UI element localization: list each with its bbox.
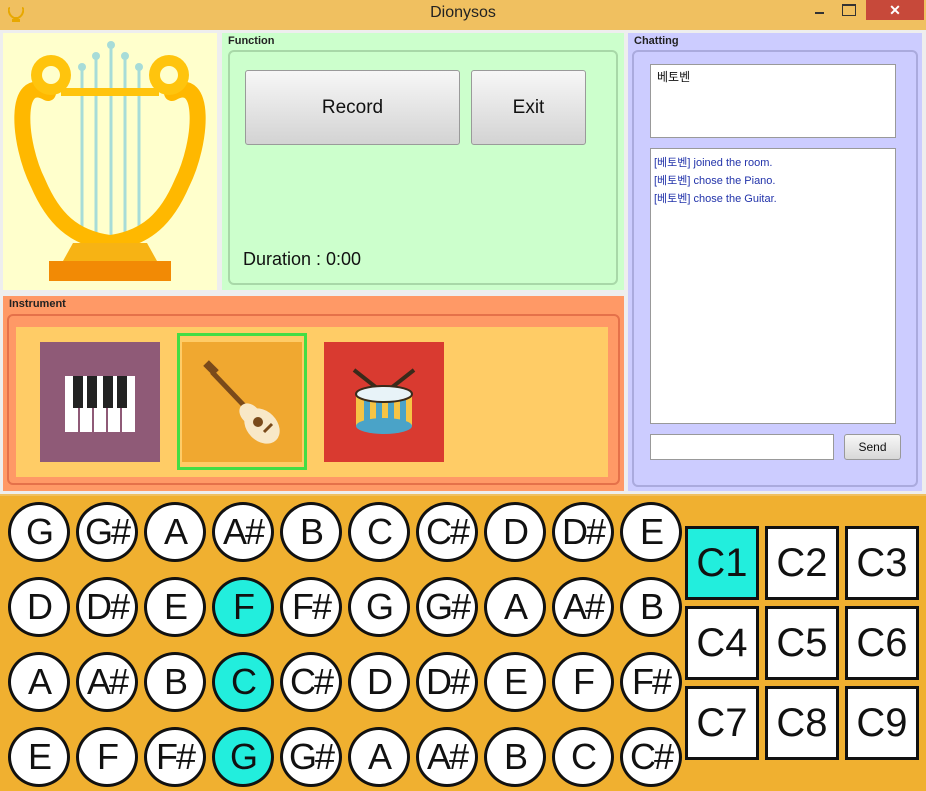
- chord-button[interactable]: C2: [765, 526, 839, 600]
- note-button[interactable]: G: [8, 502, 70, 562]
- note-button[interactable]: C: [552, 727, 614, 787]
- note-button[interactable]: D: [484, 502, 546, 562]
- duration-label: Duration : 0:00: [243, 249, 362, 269]
- note-button[interactable]: D: [8, 577, 70, 637]
- chord-button[interactable]: C6: [845, 606, 919, 680]
- note-button[interactable]: A#: [552, 577, 614, 637]
- chat-log[interactable]: [베토벤] joined the room. [베토벤] chose the P…: [650, 148, 896, 424]
- note-button[interactable]: F#: [144, 727, 206, 787]
- title-bar: Dionysos ✕: [0, 0, 926, 30]
- note-button[interactable]: E: [484, 652, 546, 712]
- note-button[interactable]: C: [212, 652, 274, 712]
- note-button[interactable]: G#: [76, 502, 138, 562]
- chat-log-line: [베토벤] chose the Piano.: [654, 175, 776, 187]
- note-button[interactable]: E: [8, 727, 70, 787]
- note-keyboard: G G# A A# B C C# D D# E D D# E F F# G G# A A# B A A# B C C# D D# E F…: [0, 496, 926, 791]
- minimize-button[interactable]: [806, 0, 832, 20]
- note-button[interactable]: B: [144, 652, 206, 712]
- note-button[interactable]: C#: [416, 502, 478, 562]
- chord-button[interactable]: C5: [765, 606, 839, 680]
- close-button[interactable]: ✕: [866, 0, 924, 20]
- guitar-selection-frame: [177, 333, 307, 470]
- logo-panel: [3, 33, 217, 290]
- note-button[interactable]: F: [552, 652, 614, 712]
- note-button[interactable]: D#: [76, 577, 138, 637]
- chord-button[interactable]: C7: [685, 686, 759, 760]
- note-button[interactable]: F: [76, 727, 138, 787]
- chord-button[interactable]: C1: [685, 526, 759, 600]
- note-button[interactable]: C#: [620, 727, 682, 787]
- note-button[interactable]: A#: [76, 652, 138, 712]
- note-button[interactable]: A: [144, 502, 206, 562]
- chat-panel-label: Chatting: [634, 35, 679, 47]
- send-button[interactable]: Send: [844, 434, 901, 460]
- drum-button[interactable]: [324, 342, 444, 462]
- note-button[interactable]: B: [280, 502, 342, 562]
- chord-button[interactable]: C9: [845, 686, 919, 760]
- chat-log-line: [베토벤] chose the Guitar.: [654, 193, 777, 205]
- piano-button[interactable]: [40, 342, 160, 462]
- chord-button[interactable]: C3: [845, 526, 919, 600]
- piano-icon: [65, 376, 135, 432]
- note-button[interactable]: E: [620, 502, 682, 562]
- note-button[interactable]: D#: [416, 652, 478, 712]
- note-button[interactable]: B: [620, 577, 682, 637]
- chat-log-line: [베토벤] joined the room.: [654, 157, 773, 169]
- instrument-panel-label: Instrument: [9, 298, 66, 310]
- note-button[interactable]: F: [212, 577, 274, 637]
- note-button[interactable]: B: [484, 727, 546, 787]
- exit-button[interactable]: Exit: [471, 70, 586, 145]
- note-button[interactable]: D#: [552, 502, 614, 562]
- note-button[interactable]: A#: [416, 727, 478, 787]
- chat-message-input[interactable]: [650, 434, 834, 460]
- chord-button[interactable]: C8: [765, 686, 839, 760]
- note-button[interactable]: G#: [280, 727, 342, 787]
- record-button[interactable]: Record: [245, 70, 460, 145]
- chord-button[interactable]: C4: [685, 606, 759, 680]
- note-button[interactable]: F#: [280, 577, 342, 637]
- note-button[interactable]: A: [348, 727, 410, 787]
- note-button[interactable]: G: [212, 727, 274, 787]
- function-panel-label: Function: [228, 35, 275, 47]
- note-button[interactable]: A: [8, 652, 70, 712]
- lyre-icon: [14, 41, 206, 281]
- note-button[interactable]: A: [484, 577, 546, 637]
- note-button[interactable]: G: [348, 577, 410, 637]
- note-button[interactable]: C: [348, 502, 410, 562]
- note-button[interactable]: D: [348, 652, 410, 712]
- note-button[interactable]: A#: [212, 502, 274, 562]
- note-button[interactable]: G#: [416, 577, 478, 637]
- drum-icon: [352, 368, 416, 434]
- note-button[interactable]: E: [144, 577, 206, 637]
- maximize-button[interactable]: [836, 0, 862, 20]
- window-title: Dionysos: [430, 4, 496, 21]
- note-button[interactable]: F#: [620, 652, 682, 712]
- note-button[interactable]: C#: [280, 652, 342, 712]
- chat-compose-area[interactable]: 베토벤: [650, 64, 896, 138]
